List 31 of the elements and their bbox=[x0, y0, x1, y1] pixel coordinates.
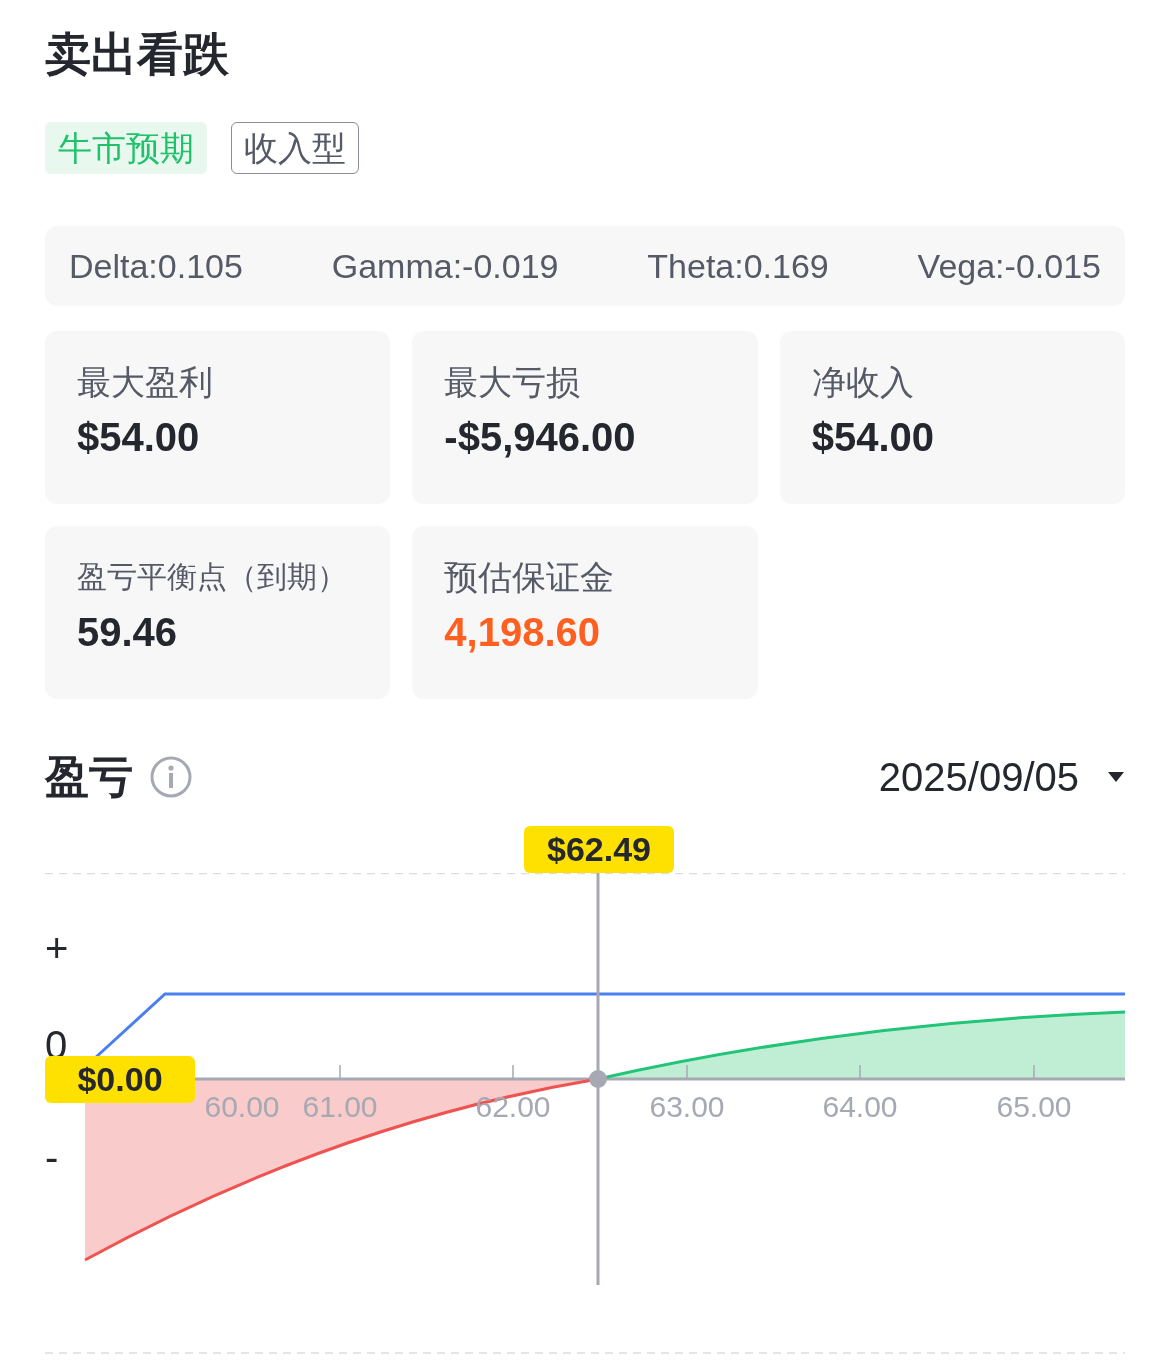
y-axis-label: - bbox=[45, 1135, 60, 1179]
tag: 收入型 bbox=[231, 122, 359, 174]
x-tick-label: 64.00 bbox=[821, 1089, 899, 1125]
greek-value: Delta:0.105 bbox=[69, 245, 243, 287]
value-badge: $0.00 bbox=[45, 1056, 195, 1103]
stat-value: $54.00 bbox=[77, 414, 201, 461]
greek-value: Theta:0.169 bbox=[647, 245, 829, 287]
stat-label: 最大亏损 bbox=[444, 362, 582, 403]
x-tick-label: 62.00 bbox=[474, 1089, 552, 1125]
page-title: 卖出看跌 bbox=[45, 27, 230, 82]
info-icon[interactable] bbox=[149, 755, 193, 799]
x-tick-label: 63.00 bbox=[648, 1089, 726, 1125]
stat-label: 净收入 bbox=[811, 362, 915, 403]
x-tick-label: 61.00 bbox=[301, 1089, 379, 1125]
price-badge: $62.49 bbox=[524, 826, 674, 873]
date-dropdown[interactable]: 2025/09/05 bbox=[878, 747, 1125, 807]
section-title: 盈亏 bbox=[45, 751, 133, 803]
stat-value: -$5,946.00 bbox=[444, 414, 637, 461]
stat-label: 最大盈利 bbox=[77, 362, 214, 403]
stat-value: 4,198.60 bbox=[444, 609, 602, 656]
caret-icon bbox=[1107, 771, 1125, 783]
stat-label: 预估保证金 bbox=[444, 557, 616, 598]
tag: 牛市预期 bbox=[45, 122, 207, 174]
x-tick-label: 65.00 bbox=[995, 1089, 1073, 1125]
x-tick-label: 60.00 bbox=[203, 1089, 281, 1125]
stat-label: 盈亏平衡点（到期） bbox=[77, 559, 348, 595]
y-axis-label: + bbox=[45, 926, 70, 970]
greek-value: Gamma:-0.019 bbox=[331, 245, 559, 287]
stat-value: 59.46 bbox=[77, 609, 179, 656]
stat-value: $54.00 bbox=[811, 414, 935, 461]
greek-value: Vega:-0.015 bbox=[917, 245, 1101, 287]
